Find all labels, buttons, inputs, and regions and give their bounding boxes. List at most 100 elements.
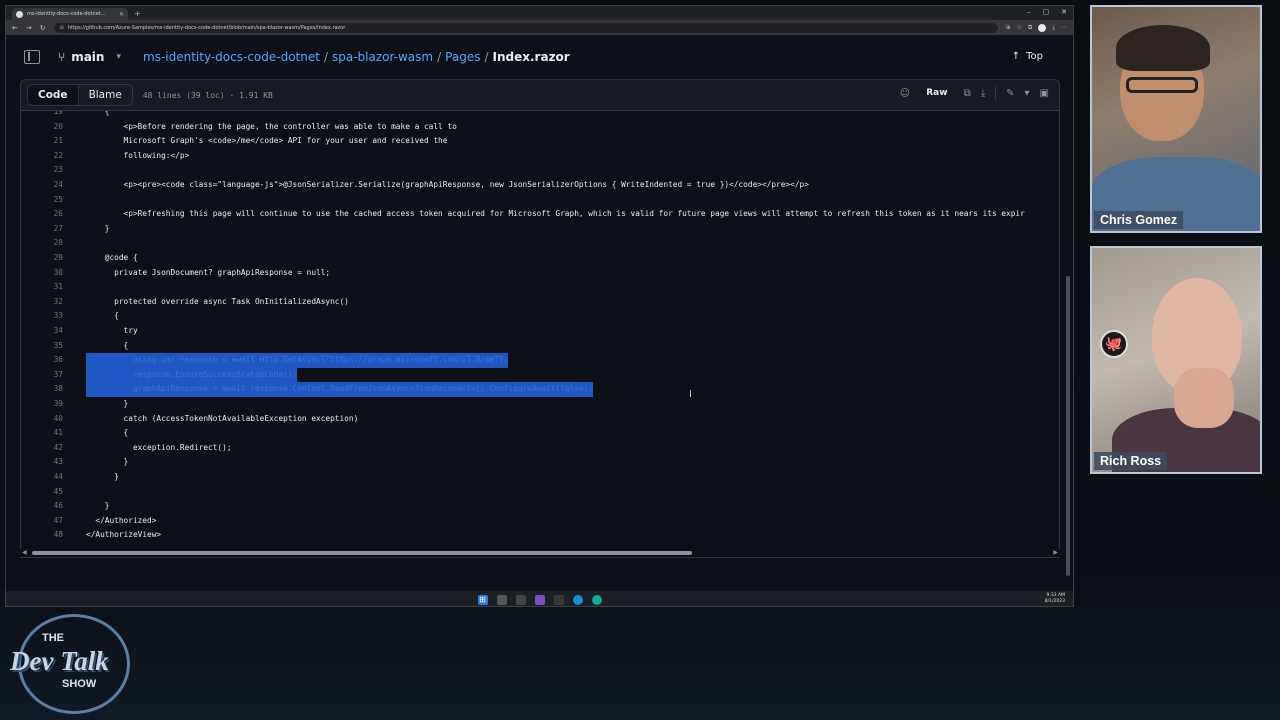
tab-blame[interactable]: Blame — [78, 85, 132, 105]
line-number[interactable]: 48 — [21, 528, 63, 543]
line-number[interactable]: 44 — [21, 470, 63, 485]
code-line[interactable]: 21 Microsoft Graph's <code>/me</code> AP… — [21, 134, 1059, 149]
line-number[interactable]: 39 — [21, 397, 63, 412]
line-number[interactable]: 47 — [21, 514, 63, 529]
line-number[interactable]: 43 — [21, 455, 63, 470]
code-line[interactable]: 25 — [21, 193, 1059, 208]
line-number[interactable]: 37 — [21, 368, 63, 383]
code-line[interactable]: 30 private JsonDocument? graphApiRespons… — [21, 266, 1059, 281]
settings-icon[interactable] — [553, 594, 564, 605]
line-number[interactable]: 28 — [21, 236, 63, 251]
code-line[interactable]: 35 { — [21, 339, 1059, 354]
windows-start-icon[interactable]: ⊞ — [477, 594, 488, 605]
url-field[interactable]: ⊙ https://github.com/Azure-Samples/ms-id… — [53, 22, 998, 33]
raw-button[interactable]: Raw — [920, 86, 953, 100]
line-number[interactable]: 46 — [21, 499, 63, 514]
window-close-icon[interactable]: ✕ — [1061, 8, 1067, 16]
sidebar-toggle-icon[interactable] — [24, 50, 40, 64]
edit-pencil-icon[interactable]: ✎ — [1006, 88, 1014, 99]
copy-icon[interactable]: ⧉ — [964, 88, 971, 99]
line-number[interactable]: 23 — [21, 163, 63, 178]
code-line[interactable]: 46 } — [21, 499, 1059, 514]
line-number[interactable]: 29 — [21, 251, 63, 266]
code-line[interactable]: 36 using var response = await Http.GetAs… — [21, 353, 1059, 368]
copilot-icon[interactable]: ☺ — [900, 88, 910, 99]
code-line[interactable]: 43 } — [21, 455, 1059, 470]
code-line[interactable]: 24 <p><pre><code class="language-js">@Js… — [21, 178, 1059, 193]
edge-dev-browser-icon[interactable] — [591, 594, 602, 605]
code-line[interactable]: 37 response.EnsureSuccessStatusCode(); — [21, 367, 1059, 383]
vertical-scroll-thumb[interactable] — [1066, 276, 1070, 576]
code-line[interactable]: 26 <p>Refreshing this page will continue… — [21, 207, 1059, 222]
line-number[interactable]: 21 — [21, 134, 63, 149]
new-tab-icon[interactable]: + — [134, 9, 141, 18]
menu-dots-icon[interactable]: ⋯ — [1061, 24, 1067, 32]
task-view-icon[interactable] — [515, 594, 526, 605]
extensions-icon[interactable]: ⧉ — [1028, 24, 1032, 32]
line-number[interactable]: 20 — [21, 120, 63, 135]
line-number[interactable]: 24 — [21, 178, 63, 193]
site-info-icon[interactable]: ⊙ — [60, 25, 64, 31]
line-number[interactable]: 36 — [21, 353, 63, 368]
line-number[interactable]: 40 — [21, 412, 63, 427]
code-line[interactable]: 32 protected override async Task OnIniti… — [21, 295, 1059, 310]
code-line[interactable]: 45 — [21, 485, 1059, 500]
code-line[interactable]: 31 — [21, 280, 1059, 295]
line-number[interactable]: 41 — [21, 426, 63, 441]
taskbar-clock[interactable]: 9:33 AM 8/1/2023 — [1045, 593, 1065, 605]
code-line[interactable]: 27 } — [21, 222, 1059, 237]
browser-tab[interactable]: ms-identity-docs-code-dotnet... ✕ — [12, 8, 128, 20]
breadcrumb-repo[interactable]: ms-identity-docs-code-dotnet — [143, 50, 320, 64]
vertical-scrollbar[interactable] — [1065, 36, 1071, 586]
code-line[interactable]: 23 — [21, 163, 1059, 178]
line-number[interactable]: 31 — [21, 280, 63, 295]
maximize-icon[interactable]: ▢ — [1043, 8, 1050, 16]
back-icon[interactable]: ← — [12, 24, 18, 32]
code-line[interactable]: 41 { — [21, 426, 1059, 441]
forward-icon[interactable]: → — [26, 24, 32, 32]
code-line[interactable]: 29 @code { — [21, 251, 1059, 266]
line-number[interactable]: 42 — [21, 441, 63, 456]
code-line[interactable]: 40 catch (AccessTokenNotAvailableExcepti… — [21, 412, 1059, 427]
code-line[interactable]: 44 } — [21, 470, 1059, 485]
breadcrumb-folder[interactable]: Pages — [445, 50, 480, 64]
code-line[interactable]: 19 { — [21, 111, 1059, 120]
visual-studio-icon[interactable] — [534, 594, 545, 605]
edge-browser-icon[interactable] — [572, 594, 583, 605]
code-line[interactable]: 22 following:</p> — [21, 149, 1059, 164]
line-number[interactable]: 45 — [21, 485, 63, 500]
horizontal-scroll-thumb[interactable] — [32, 551, 692, 555]
code-line[interactable]: 47 </Authorized> — [21, 514, 1059, 529]
code-viewer[interactable]: 19 {20 <p>Before rendering the page, the… — [20, 111, 1060, 558]
code-line[interactable]: 42 exception.Redirect(); — [21, 441, 1059, 456]
line-number[interactable]: 33 — [21, 309, 63, 324]
line-number[interactable]: 27 — [21, 222, 63, 237]
line-number[interactable]: 38 — [21, 382, 63, 397]
code-line[interactable]: 33 { — [21, 309, 1059, 324]
file-explorer-icon[interactable] — [496, 594, 507, 605]
line-number[interactable]: 26 — [21, 207, 63, 222]
line-number[interactable]: 34 — [21, 324, 63, 339]
top-button[interactable]: ↑ Top — [1012, 51, 1043, 62]
line-number[interactable]: 30 — [21, 266, 63, 281]
downloads-icon[interactable]: ⤓ — [1052, 24, 1055, 32]
line-number[interactable]: 19 — [21, 111, 63, 120]
scroll-right-icon[interactable]: ▶ — [1053, 549, 1058, 556]
bookmark-star-icon[interactable]: ☆ — [1017, 24, 1022, 32]
tab-code[interactable]: Code — [28, 85, 79, 105]
profile-avatar[interactable] — [1038, 23, 1047, 32]
tab-close-icon[interactable]: ✕ — [119, 11, 124, 18]
code-line[interactable]: 34 try — [21, 324, 1059, 339]
line-number[interactable]: 25 — [21, 193, 63, 208]
breadcrumb-folder[interactable]: spa-blazor-wasm — [332, 50, 433, 64]
code-line[interactable]: 28 — [21, 236, 1059, 251]
zoom-icon[interactable]: ⊕ — [1006, 24, 1011, 32]
code-line[interactable]: 38 graphApiResponse = await response.Con… — [21, 382, 1059, 397]
reload-icon[interactable]: ↻ — [40, 24, 46, 32]
symbols-panel-icon[interactable]: ▣ — [1040, 88, 1049, 99]
line-number[interactable]: 35 — [21, 339, 63, 354]
download-icon[interactable]: ⤓ — [981, 88, 985, 99]
chevron-down-icon[interactable]: ▾ — [1025, 88, 1030, 99]
horizontal-scrollbar[interactable]: ◀ ▶ — [20, 549, 1060, 557]
branch-selector[interactable]: ⑂ main ▾ — [58, 50, 121, 64]
